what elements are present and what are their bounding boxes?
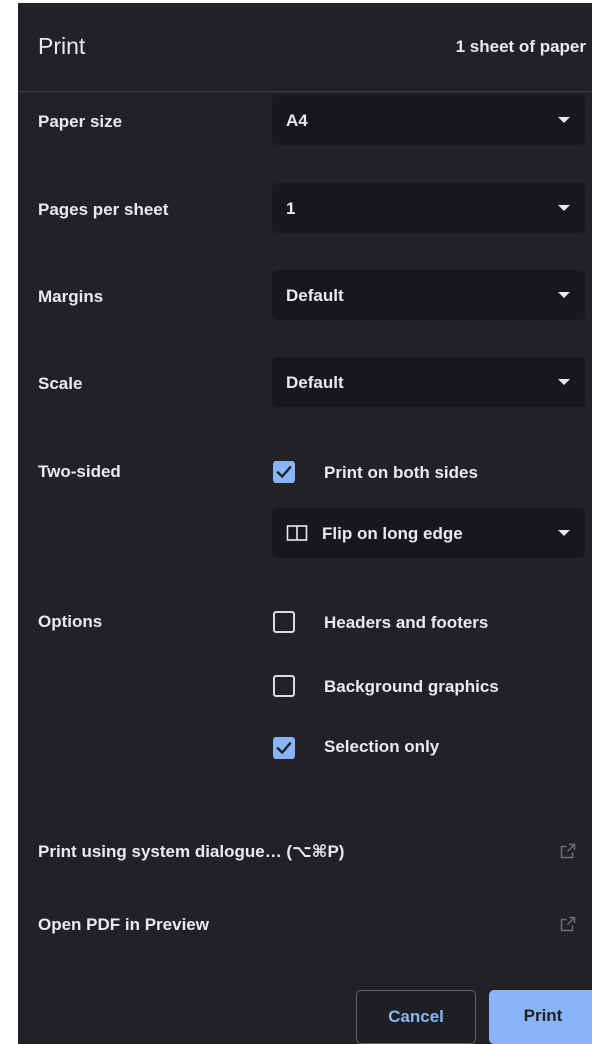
scale-select[interactable]: Default bbox=[272, 357, 585, 407]
headers-footers-checkbox[interactable] bbox=[273, 611, 295, 633]
print-both-sides-checkbox[interactable] bbox=[273, 461, 295, 483]
checkmark-icon bbox=[276, 465, 292, 479]
print-dialog: Print 1 sheet of paper Paper size A4 Pag… bbox=[18, 3, 592, 1044]
background-graphics-checkbox[interactable] bbox=[273, 675, 295, 697]
scale-label: Scale bbox=[38, 374, 83, 393]
scale-value: Default bbox=[286, 373, 344, 392]
selection-only-checkbox[interactable] bbox=[273, 737, 295, 759]
book-icon bbox=[286, 525, 308, 541]
chevron-down-icon bbox=[558, 530, 570, 536]
system-dialog-link[interactable]: Print using system dialogue… (⌥⌘P) bbox=[18, 832, 592, 872]
chevron-down-icon bbox=[558, 205, 570, 211]
margins-value: Default bbox=[286, 286, 344, 305]
options-label: Options bbox=[38, 612, 103, 631]
print-button[interactable]: Print bbox=[489, 990, 592, 1044]
flip-edge-select[interactable]: Flip on long edge bbox=[272, 508, 585, 558]
flip-edge-value: Flip on long edge bbox=[322, 524, 463, 543]
open-pdf-label: Open PDF in Preview bbox=[38, 915, 209, 934]
chevron-down-icon bbox=[558, 379, 570, 385]
open-external-icon bbox=[560, 843, 576, 859]
header-divider bbox=[18, 91, 592, 92]
two-sided-label: Two-sided bbox=[38, 462, 121, 481]
paper-size-label: Paper size bbox=[38, 112, 123, 131]
chevron-down-icon bbox=[558, 292, 570, 298]
paper-size-value: A4 bbox=[286, 111, 308, 130]
sheet-count: 1 sheet of paper bbox=[455, 37, 586, 56]
paper-size-select[interactable]: A4 bbox=[272, 95, 585, 145]
dialog-title: Print bbox=[38, 33, 86, 59]
print-both-sides-label: Print on both sides bbox=[324, 463, 478, 482]
checkmark-icon bbox=[276, 741, 292, 755]
pages-per-sheet-value: 1 bbox=[286, 199, 296, 218]
open-pdf-link[interactable]: Open PDF in Preview bbox=[18, 905, 592, 945]
margins-label: Margins bbox=[38, 287, 104, 306]
selection-only-label: Selection only bbox=[324, 737, 440, 756]
cancel-button[interactable]: Cancel bbox=[356, 990, 476, 1044]
chevron-down-icon bbox=[558, 117, 570, 123]
margins-select[interactable]: Default bbox=[272, 270, 585, 320]
system-dialog-label: Print using system dialogue… (⌥⌘P) bbox=[38, 842, 345, 861]
background-graphics-label: Background graphics bbox=[324, 677, 499, 696]
pages-per-sheet-select[interactable]: 1 bbox=[272, 183, 585, 233]
headers-footers-label: Headers and footers bbox=[324, 613, 489, 632]
open-external-icon bbox=[560, 916, 576, 932]
pages-per-sheet-label: Pages per sheet bbox=[38, 200, 169, 219]
